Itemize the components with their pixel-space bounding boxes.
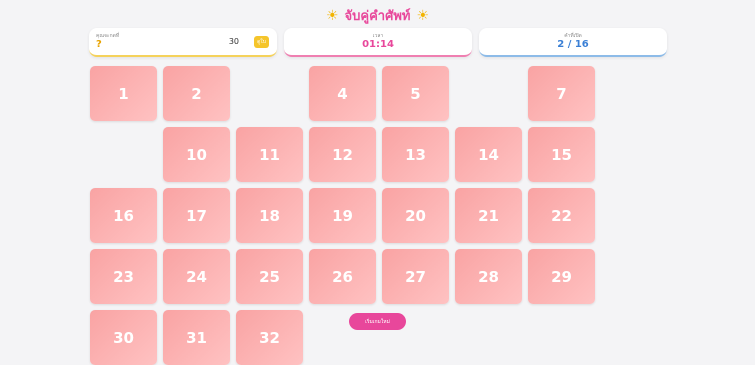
card-tile[interactable]: 7 [528,66,595,121]
card-tile[interactable]: 11 [236,127,303,182]
card-tile[interactable]: 20 [382,188,449,243]
game-title: จับคู่คำศัพท์ [344,9,411,24]
card-tile[interactable]: 1 [90,66,157,121]
card-tile[interactable]: 21 [455,188,522,243]
restart-button[interactable]: เริ่มเกมใหม่ [349,313,406,330]
matched-panel: คำที่เปิด 2 / 16 [479,28,667,57]
timer-value: 01:14 [362,39,394,50]
hint-count: 30 [228,37,239,46]
card-tile[interactable]: 25 [236,249,303,304]
card-tile[interactable]: 16 [90,188,157,243]
card-tile[interactable]: 26 [309,249,376,304]
card-tile[interactable]: 4 [309,66,376,121]
card-tile[interactable]: 23 [90,249,157,304]
card-grid: 1 2 4 5 7 10 11 12 13 14 15 16 17 18 19 20 21 22 23 24 25 26 2… [90,66,595,365]
card-tile[interactable]: 18 [236,188,303,243]
card-tile[interactable]: 22 [528,188,595,243]
card-tile[interactable]: 32 [236,310,303,365]
card-tile[interactable]: 27 [382,249,449,304]
game-title-bar: ☀ จับคู่คำศัพท์ ☀ [0,5,755,26]
card-tile[interactable]: 10 [163,127,230,182]
hint-button[interactable]: ดูใบ [254,36,269,48]
card-tile[interactable]: 19 [309,188,376,243]
sun-icon: ☀ [416,7,430,24]
card-tile[interactable]: 12 [309,127,376,182]
card-tile[interactable]: 17 [163,188,230,243]
card-slot-empty [455,66,522,121]
card-tile[interactable]: 15 [528,127,595,182]
card-slot-empty [236,66,303,121]
card-tile[interactable]: 29 [528,249,595,304]
card-tile[interactable]: 5 [382,66,449,121]
card-tile[interactable]: 31 [163,310,230,365]
card-slot-empty [90,127,157,182]
card-tile[interactable]: 24 [163,249,230,304]
card-tile[interactable]: 28 [455,249,522,304]
hint-value: ? [96,39,102,50]
card-tile[interactable]: 30 [90,310,157,365]
sun-icon: ☀ [325,7,339,24]
card-tile[interactable]: 14 [455,127,522,182]
hint-panel: คุณจะกดที่ ? 30 ดูใบ [89,28,277,57]
matched-value: 2 / 16 [557,39,589,50]
timer-panel: เวลา 01:14 [284,28,472,57]
card-tile[interactable]: 2 [163,66,230,121]
card-tile[interactable]: 13 [382,127,449,182]
